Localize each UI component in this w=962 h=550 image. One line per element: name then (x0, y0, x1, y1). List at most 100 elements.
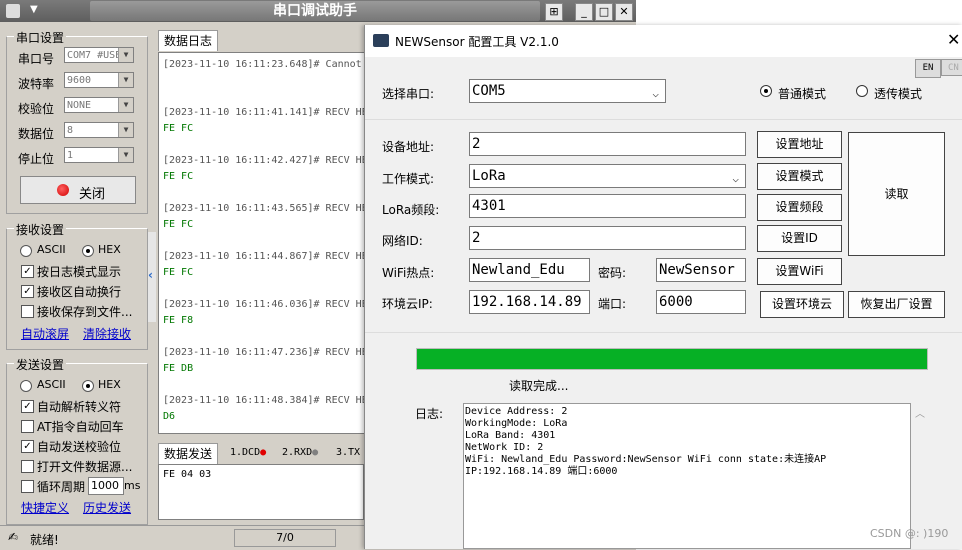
history-link[interactable]: 历史发送 (83, 499, 131, 516)
band-label: LoRa频段: (382, 203, 440, 217)
auto-checksum-checkbox[interactable]: ✓ (21, 440, 34, 453)
auto-wrap-checkbox[interactable]: ✓ (21, 285, 34, 298)
escape-checkbox[interactable]: ✓ (21, 400, 34, 413)
minimize-icon[interactable]: _ (575, 3, 593, 21)
rxd-led-icon: ● (312, 447, 319, 458)
set-mode-button[interactable]: 设置模式 (757, 163, 842, 190)
indicator-rxd: 2.RXD● (282, 447, 319, 458)
send-ascii-radio[interactable] (20, 380, 32, 392)
log-data: D6 (163, 411, 176, 422)
receive-log: [2023-11-10 16:11:23.648]# Cannot [2023-1… (158, 52, 366, 434)
log-timestamp: [2023-11-10 16:11:23.648]# Cannot (163, 59, 362, 70)
log-timestamp: [2023-11-10 16:11:47.236]# RECV HE (163, 347, 366, 358)
pin-icon[interactable]: ⊞ (545, 3, 563, 21)
read-button[interactable]: 读取 (848, 132, 945, 256)
chevron-down-icon: ▼ (118, 48, 133, 62)
close-port-button[interactable]: 关闭 (20, 176, 136, 204)
check-label: 接收保存到文件... (37, 305, 133, 319)
baud-combo[interactable]: 9600 ▼ (64, 72, 134, 88)
watermark: CSDN @: )190 (870, 527, 949, 540)
netid-label: 网络ID: (382, 234, 423, 248)
status-text: 就绪! (30, 533, 59, 547)
send-input[interactable]: FE 04 03 (158, 464, 364, 520)
log-mode-checkbox[interactable]: ✓ (21, 265, 34, 278)
dcd-led-icon: ● (260, 447, 267, 458)
check-label: 循环周期 (37, 480, 86, 494)
recv-ascii-radio[interactable] (20, 245, 32, 257)
cloud-ip-input[interactable]: 192.168.14.89 (469, 290, 590, 314)
recv-hex-radio[interactable] (82, 245, 94, 257)
log-line: WiFi: Newland_Edu Password:NewSensor WiF… (465, 454, 827, 465)
clear-receive-link[interactable]: 清除接收 (83, 325, 131, 342)
wifi-label: WiFi热点: (382, 266, 435, 280)
set-wifi-button[interactable]: 设置WiFi (757, 258, 842, 285)
chevron-down-icon: ⌵ (652, 87, 659, 100)
band-input[interactable]: 4301 (469, 194, 746, 218)
status-icon: ✍ (8, 530, 19, 544)
lang-en-button[interactable]: EN (915, 59, 941, 78)
port-combo[interactable]: COM7 #USE ▼ (64, 47, 134, 63)
factory-reset-button[interactable]: 恢复出厂设置 (848, 291, 945, 318)
tab-data-log[interactable]: 数据日志 (158, 30, 219, 51)
set-cloud-button[interactable]: 设置环境云 (760, 291, 844, 318)
divider (365, 332, 962, 333)
wifi-input[interactable]: Newland_Edu (469, 258, 590, 282)
dialog-title-bar: NEWSensor 配置工具 V2.1.0 ✕ (365, 25, 962, 57)
mode-select[interactable]: LoRa ⌵ (469, 164, 746, 188)
log-timestamp: [2023-11-10 16:11:48.384]# RECV HE (163, 395, 366, 406)
at-return-checkbox[interactable] (21, 420, 34, 433)
send-hex-radio[interactable] (82, 380, 94, 392)
log-timestamp: [2023-11-10 16:11:43.565]# RECV HE (163, 203, 366, 214)
netid-input[interactable]: 2 (469, 226, 746, 250)
title-bar: ▼ 串口调试助手 ⊞ _ □ ✕ (0, 0, 636, 22)
auto-scroll-link[interactable]: 自动滚屏 (21, 325, 69, 342)
check-label: 按日志模式显示 (37, 265, 122, 279)
panel-splitter[interactable]: ‹ (148, 232, 156, 322)
port-select[interactable]: COM5 ⌵ (469, 79, 666, 103)
cloud-port-label: 端口: (598, 297, 627, 311)
chevron-down-icon: ▼ (118, 73, 133, 87)
databits-combo[interactable]: 8 ▼ (64, 122, 134, 138)
indicator-tx: 3.TX (336, 447, 361, 458)
chevron-down-icon: ▼ (118, 123, 133, 137)
group-title: 串口设置 (14, 29, 67, 46)
log-label: 日志: (415, 407, 444, 421)
cycle-unit: ms (124, 479, 141, 492)
parity-combo[interactable]: NONE ▼ (64, 97, 134, 113)
lang-cn-button[interactable]: CN (941, 59, 962, 76)
check-label: 自动解析转义符 (37, 400, 122, 414)
transparent-mode-radio[interactable] (856, 85, 868, 97)
log-line: Device Address: 2 (465, 406, 568, 417)
set-band-button[interactable]: 设置频段 (757, 194, 842, 221)
cycle-checkbox[interactable] (21, 480, 34, 493)
status-count: 7/0 (234, 529, 336, 547)
scroll-up-icon[interactable]: ︿ (915, 405, 925, 420)
parity-label: 校验位 (18, 102, 55, 116)
stopbits-combo[interactable]: 1 ▼ (64, 147, 134, 163)
close-icon[interactable]: ✕ (615, 3, 633, 21)
check-label: AT指令自动回车 (37, 420, 124, 434)
indicator-dcd: 1.DCD● (230, 447, 267, 458)
databits-label: 数据位 (18, 127, 55, 141)
log-timestamp: [2023-11-10 16:11:41.141]# RECV HE (163, 107, 366, 118)
set-addr-button[interactable]: 设置地址 (757, 131, 842, 158)
maximize-icon[interactable]: □ (595, 3, 613, 21)
cloud-port-input[interactable]: 6000 (656, 290, 746, 314)
tab-data-send[interactable]: 数据发送 (158, 443, 219, 464)
addr-input[interactable]: 2 (469, 132, 746, 156)
recv-hex-label: HEX (98, 243, 121, 256)
set-netid-button[interactable]: 设置ID (757, 225, 842, 252)
log-data: FE FC (163, 123, 194, 134)
save-file-checkbox[interactable] (21, 305, 34, 318)
normal-mode-radio[interactable] (760, 85, 772, 97)
menu-chevron-icon[interactable]: ▼ (30, 4, 38, 15)
recv-ascii-label: ASCII (37, 243, 66, 256)
mode-label: 工作模式: (382, 172, 435, 186)
cycle-input[interactable]: 1000 (88, 477, 124, 495)
log-line: IP:192.168.14.89 端口:6000 (465, 466, 618, 477)
file-source-checkbox[interactable] (21, 460, 34, 473)
password-input[interactable]: NewSensor (656, 258, 746, 282)
shortcut-link[interactable]: 快捷定义 (21, 499, 69, 516)
log-line: WorkingMode: LoRa (465, 418, 568, 429)
close-icon[interactable]: ✕ (947, 30, 960, 49)
